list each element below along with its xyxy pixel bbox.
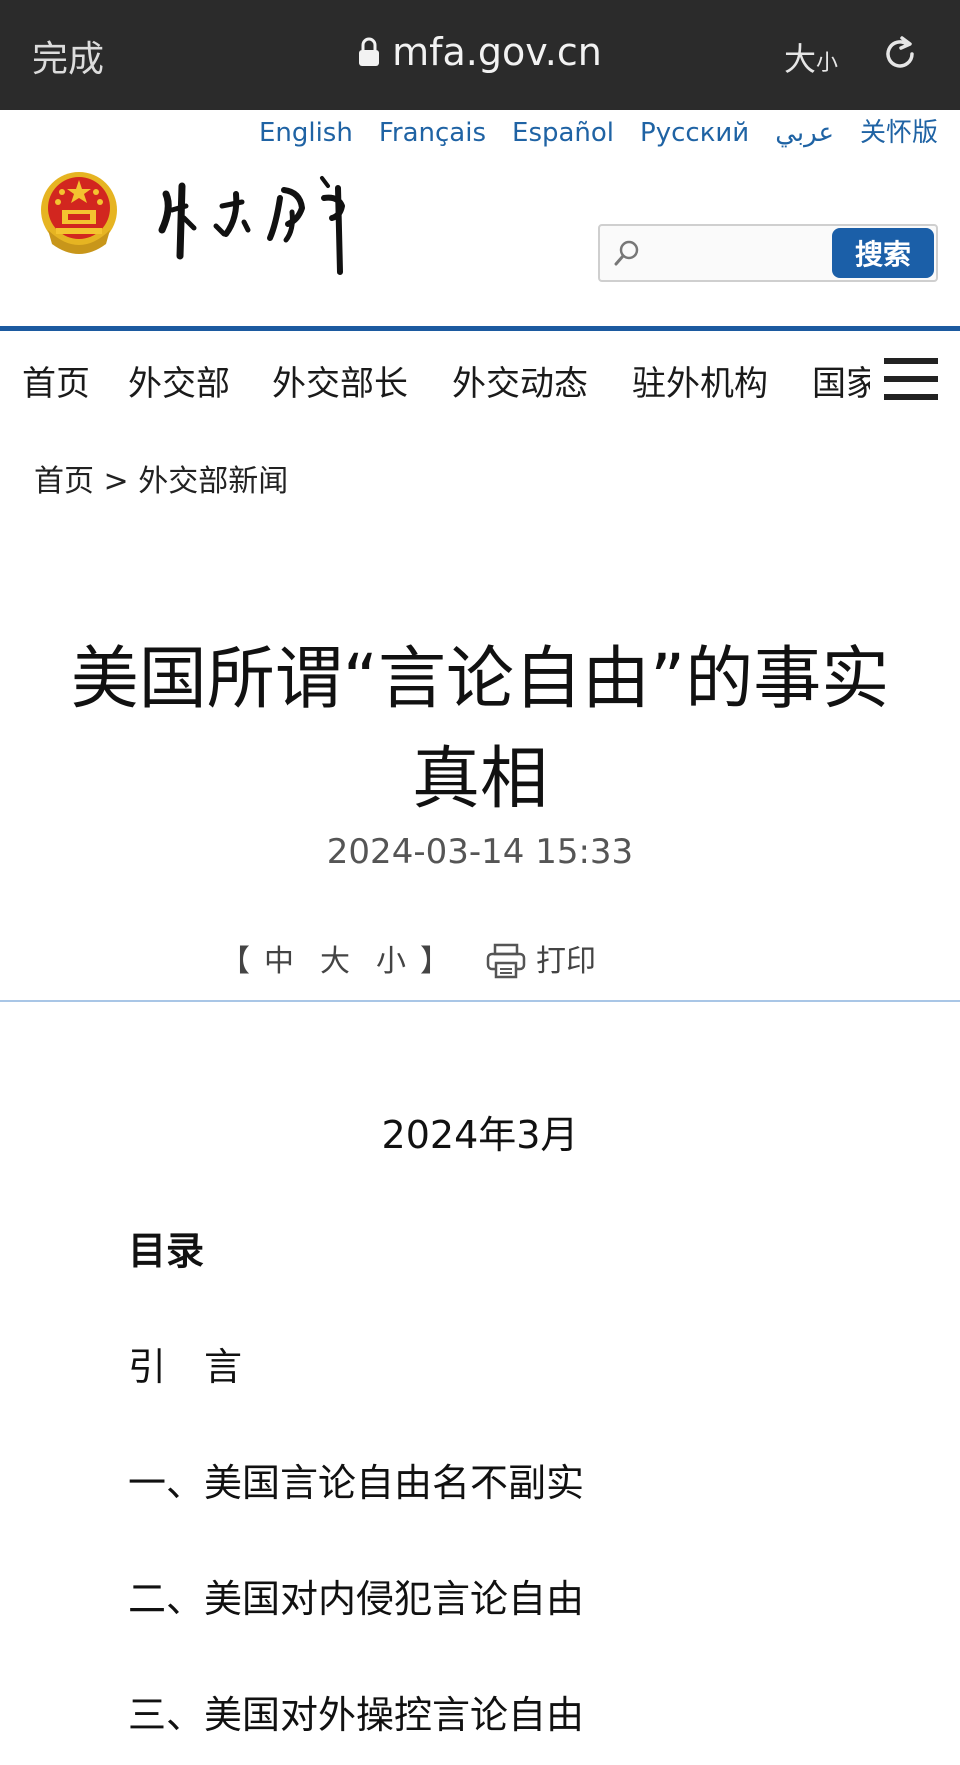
bracket-open: 【 — [220, 944, 252, 979]
breadcrumb: 首页 > 外交部新闻 — [34, 456, 288, 500]
print-button[interactable]: 打印 — [486, 936, 596, 980]
lang-english-link[interactable]: English — [259, 118, 353, 148]
header-divider — [0, 326, 960, 331]
main-nav: 首页 外交部 外交部长 外交动态 驻外机构 国家 — [0, 356, 870, 406]
national-emblem-icon — [41, 172, 117, 254]
font-large-button[interactable]: 大 — [320, 944, 352, 979]
page-title: 美国所谓“言论自由”的事实真相 — [70, 639, 890, 819]
article-datetime: 2024-03-14 15:33 — [326, 832, 634, 872]
text-size-button[interactable]: 大小 — [784, 34, 838, 80]
lang-russian-link[interactable]: Русский — [640, 118, 749, 148]
bracket-close: 】 — [420, 944, 452, 979]
nav-item-countries[interactable]: 国家 — [812, 356, 870, 405]
toc-item: 二、美国对内侵犯言论自由 — [128, 1577, 585, 1621]
breadcrumb-separator: > — [103, 464, 129, 499]
lock-icon — [359, 37, 380, 66]
search-button[interactable]: 搜索 — [832, 228, 934, 278]
lang-arabic-link[interactable]: عربي — [775, 118, 834, 148]
search-icon — [614, 240, 639, 266]
nav-item-activities[interactable]: 外交动态 — [452, 356, 588, 405]
ministry-logo[interactable] — [152, 168, 372, 278]
nav-item-ministry[interactable]: 外交部 — [128, 356, 230, 405]
content-divider — [0, 1000, 960, 1002]
lang-care-version-link[interactable]: 关怀版 — [860, 118, 938, 148]
lang-french-link[interactable]: Français — [379, 118, 486, 148]
printer-icon — [486, 943, 526, 979]
text-size-small-label: 小 — [816, 51, 839, 76]
toc-heading: 目录 — [128, 1229, 205, 1273]
print-label: 打印 — [536, 944, 596, 979]
breadcrumb-home[interactable]: 首页 — [34, 464, 94, 499]
browser-toolbar: 完成 mfa.gov.cn 大小 — [0, 0, 960, 110]
reload-icon[interactable] — [880, 34, 920, 74]
font-medium-button[interactable]: 中 — [264, 944, 296, 979]
text-size-large-label: 大 — [784, 40, 817, 78]
font-size-switcher: 【中大小】 — [220, 936, 452, 980]
hamburger-menu-icon[interactable] — [884, 356, 938, 402]
toc-item: 引 言 — [128, 1345, 243, 1389]
publication-date: 2024年3月 — [381, 1113, 579, 1157]
url-text: mfa.gov.cn — [392, 30, 602, 74]
toc-item: 一、美国言论自由名不副实 — [128, 1461, 585, 1505]
nav-item-missions[interactable]: 驻外机构 — [632, 356, 768, 405]
font-small-button[interactable]: 小 — [376, 944, 408, 979]
language-bar: English Français Español Русский عربي 关怀版 — [233, 112, 938, 149]
lang-spanish-link[interactable]: Español — [512, 118, 614, 148]
nav-item-home[interactable]: 首页 — [22, 356, 90, 405]
breadcrumb-current[interactable]: 外交部新闻 — [138, 464, 288, 499]
nav-item-minister[interactable]: 外交部长 — [272, 356, 408, 405]
search-box: 搜索 — [598, 224, 938, 282]
toc-item: 三、美国对外操控言论自由 — [128, 1693, 585, 1737]
